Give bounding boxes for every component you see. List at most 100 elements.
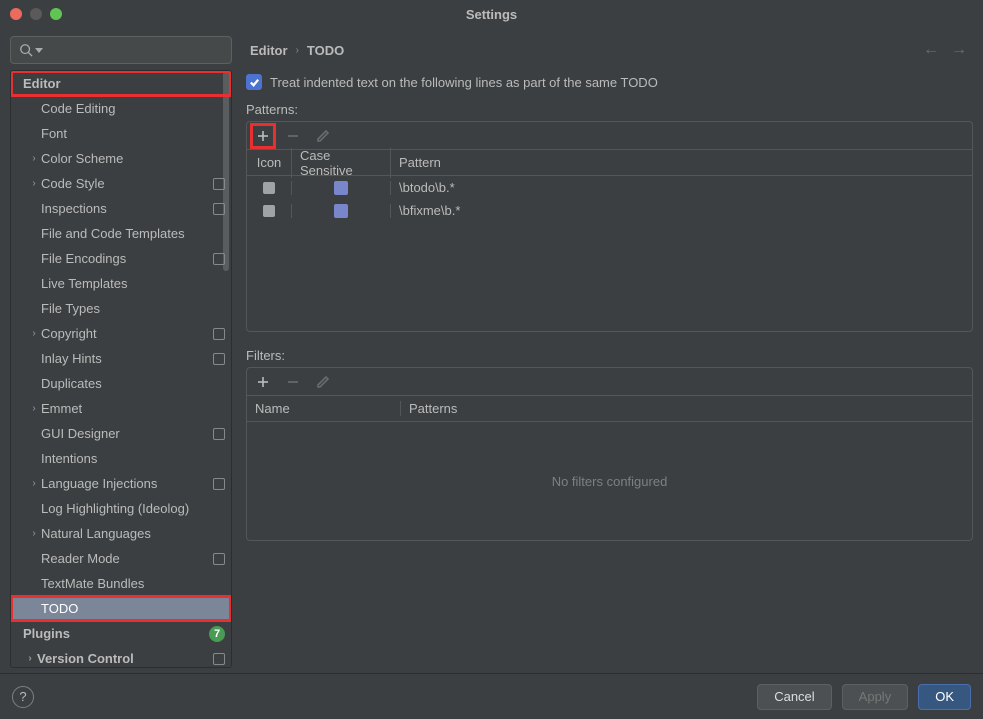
tree-item-label: Copyright xyxy=(41,326,213,341)
tree-item-plugins[interactable]: Plugins7 xyxy=(11,621,231,646)
cancel-button[interactable]: Cancel xyxy=(757,684,831,710)
scope-icon xyxy=(213,428,225,440)
tree-item-version-control[interactable]: ›Version Control xyxy=(11,646,231,668)
tree-item-label: Natural Languages xyxy=(41,526,225,541)
tree-item-code-editing[interactable]: Code Editing xyxy=(11,96,231,121)
pattern-text-cell: \btodo\b.* xyxy=(391,180,972,195)
tree-item-file-encodings[interactable]: File Encodings xyxy=(11,246,231,271)
tree-item-duplicates[interactable]: Duplicates xyxy=(11,371,231,396)
tree-item-label: Font xyxy=(41,126,225,141)
pattern-row[interactable]: \bfixme\b.* xyxy=(247,199,972,222)
tree-item-gui-designer[interactable]: GUI Designer xyxy=(11,421,231,446)
tree-item-font[interactable]: Font xyxy=(11,121,231,146)
checkbox-unchecked-icon[interactable] xyxy=(334,181,348,195)
tree-item-editor[interactable]: Editor xyxy=(11,71,231,96)
tree-item-label: Intentions xyxy=(41,451,225,466)
tree-item-inlay-hints[interactable]: Inlay Hints xyxy=(11,346,231,371)
nav-forward-icon: → xyxy=(951,41,967,59)
scope-icon xyxy=(213,353,225,365)
edit-pattern-button xyxy=(313,126,333,146)
tree-item-file-and-code-templates[interactable]: File and Code Templates xyxy=(11,221,231,246)
tree-item-label: File Types xyxy=(41,301,225,316)
tree-item-intentions[interactable]: Intentions xyxy=(11,446,231,471)
treat-indented-label: Treat indented text on the following lin… xyxy=(270,75,658,90)
pattern-case-sensitive-cell[interactable] xyxy=(291,181,391,195)
tree-item-live-templates[interactable]: Live Templates xyxy=(11,271,231,296)
add-pattern-button[interactable] xyxy=(253,126,273,146)
edit-filter-button xyxy=(313,372,333,392)
search-icon xyxy=(19,43,33,57)
footer: ? Cancel Apply OK xyxy=(0,673,983,719)
chevron-right-icon: › xyxy=(27,153,41,164)
tree-item-label: Code Editing xyxy=(41,101,225,116)
tree-item-label: Log Highlighting (Ideolog) xyxy=(41,501,225,516)
ok-button[interactable]: OK xyxy=(918,684,971,710)
scope-icon xyxy=(213,253,225,265)
filters-toolbar xyxy=(247,368,972,396)
scope-icon xyxy=(213,478,225,490)
tree-item-label: Version Control xyxy=(37,651,213,666)
todo-icon xyxy=(263,182,275,194)
badge: 7 xyxy=(209,626,225,642)
pattern-icon-cell xyxy=(247,182,291,194)
tree-item-file-types[interactable]: File Types xyxy=(11,296,231,321)
scope-icon xyxy=(213,178,225,190)
checkbox-unchecked-icon[interactable] xyxy=(334,204,348,218)
main-panel: Editor › TODO ← → Treat indented text on… xyxy=(246,36,973,668)
help-button[interactable]: ? xyxy=(12,686,34,708)
settings-tree[interactable]: EditorCode EditingFont›Color Scheme›Code… xyxy=(10,70,232,668)
window-title: Settings xyxy=(466,7,517,22)
col-icon[interactable]: Icon xyxy=(247,155,291,170)
tree-item-code-style[interactable]: ›Code Style xyxy=(11,171,231,196)
tree-item-label: Color Scheme xyxy=(41,151,225,166)
tree-item-textmate-bundles[interactable]: TextMate Bundles xyxy=(11,571,231,596)
scope-icon xyxy=(213,553,225,565)
tree-item-label: Duplicates xyxy=(41,376,225,391)
patterns-table: Icon Case Sensitive Pattern \btodo\b.* \b… xyxy=(246,121,973,332)
col-case-sensitive[interactable]: Case Sensitive xyxy=(291,148,391,178)
chevron-right-icon: › xyxy=(27,528,41,539)
col-pattern[interactable]: Pattern xyxy=(391,155,972,170)
pattern-case-sensitive-cell[interactable] xyxy=(291,204,391,218)
col-patterns[interactable]: Patterns xyxy=(401,401,972,416)
scope-icon xyxy=(213,203,225,215)
treat-indented-checkbox-row[interactable]: Treat indented text on the following lin… xyxy=(246,74,973,90)
close-window-icon[interactable] xyxy=(10,8,22,20)
filter-dropdown-icon[interactable] xyxy=(35,48,43,53)
patterns-header: Icon Case Sensitive Pattern xyxy=(247,150,972,176)
zoom-window-icon[interactable] xyxy=(50,8,62,20)
tree-item-label: Code Style xyxy=(41,176,213,191)
breadcrumb: Editor › TODO ← → xyxy=(246,36,973,64)
tree-item-todo[interactable]: TODO xyxy=(11,596,231,621)
traffic-lights xyxy=(10,8,62,20)
tree-item-inspections[interactable]: Inspections xyxy=(11,196,231,221)
search-input[interactable] xyxy=(10,36,232,64)
tree-item-color-scheme[interactable]: ›Color Scheme xyxy=(11,146,231,171)
tree-item-copyright[interactable]: ›Copyright xyxy=(11,321,231,346)
checkbox-icon[interactable] xyxy=(246,74,262,90)
tree-item-log-highlighting-ideolog-[interactable]: Log Highlighting (Ideolog) xyxy=(11,496,231,521)
chevron-right-icon: › xyxy=(27,478,41,489)
tree-item-label: Language Injections xyxy=(41,476,213,491)
tree-item-label: Reader Mode xyxy=(41,551,213,566)
chevron-right-icon: › xyxy=(296,45,299,56)
breadcrumb-editor[interactable]: Editor xyxy=(250,43,288,58)
pattern-text-cell: \bfixme\b.* xyxy=(391,203,972,218)
apply-button: Apply xyxy=(842,684,909,710)
sidebar: EditorCode EditingFont›Color Scheme›Code… xyxy=(10,36,232,668)
titlebar: Settings xyxy=(0,0,983,28)
tree-item-label: Inlay Hints xyxy=(41,351,213,366)
tree-item-label: File Encodings xyxy=(41,251,213,266)
filters-empty: No filters configured xyxy=(247,422,972,540)
tree-item-emmet[interactable]: ›Emmet xyxy=(11,396,231,421)
filters-table: Name Patterns No filters configured xyxy=(246,367,973,541)
tree-item-label: Plugins xyxy=(23,626,209,641)
tree-item-reader-mode[interactable]: Reader Mode xyxy=(11,546,231,571)
col-name[interactable]: Name xyxy=(247,401,401,416)
tree-item-label: Emmet xyxy=(41,401,225,416)
tree-item-natural-languages[interactable]: ›Natural Languages xyxy=(11,521,231,546)
add-filter-button[interactable] xyxy=(253,372,273,392)
pattern-row[interactable]: \btodo\b.* xyxy=(247,176,972,199)
tree-item-language-injections[interactable]: ›Language Injections xyxy=(11,471,231,496)
chevron-right-icon: › xyxy=(27,403,41,414)
